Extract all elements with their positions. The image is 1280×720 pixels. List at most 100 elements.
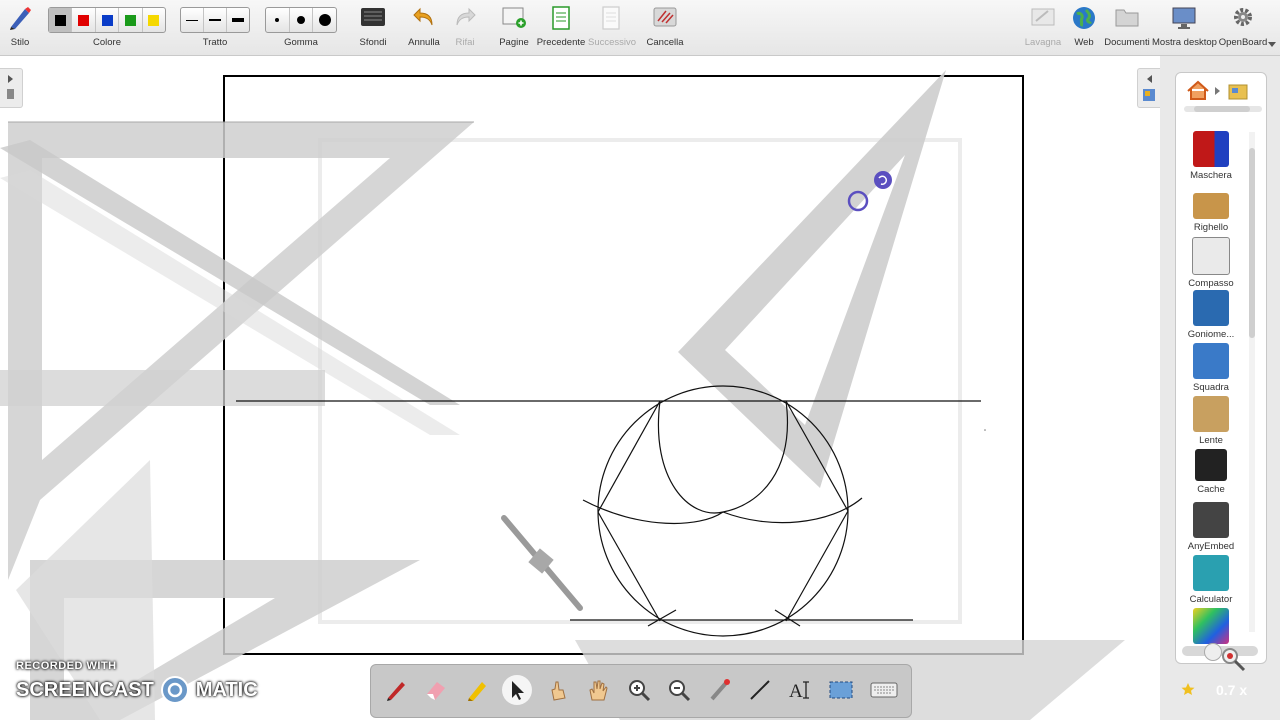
web-label: Web [1074,37,1094,48]
color-yellow[interactable] [143,8,165,32]
backgrounds-button[interactable]: Sfondi [355,0,391,55]
expand-arrow-icon [7,75,14,99]
magnifier-zoom-icon[interactable] [1220,646,1248,674]
style-button[interactable]: Stilo [0,0,40,55]
stroke-thin[interactable] [181,8,204,32]
board-canvas[interactable] [0,56,1160,720]
hand-tool[interactable] [583,675,613,705]
pen-tool[interactable] [381,675,411,705]
library-item-magnifier[interactable]: Lente [1176,396,1246,446]
laser-tool[interactable] [705,675,735,705]
openboard-menu-button[interactable]: OpenBoard [1218,0,1268,55]
eraser-group: Gomma [265,0,337,55]
stroke-label: Tratto [202,37,228,48]
library-scroll-thumb[interactable] [1249,148,1255,338]
redo-button[interactable]: Rifai [448,0,482,55]
board-label: Lavagna [1024,37,1062,48]
color-picker[interactable] [48,7,166,33]
favorite-star-icon[interactable] [1181,682,1195,696]
zoom-in-tool[interactable] [624,675,654,705]
undo-button[interactable]: Annulla [405,0,443,55]
undo-icon [413,7,433,26]
screencast-watermark: RECORDED WITH SCREENCAST MATIC [16,660,258,705]
library-item-set-square[interactable]: Squadra [1176,343,1246,393]
set-square-icon [1193,343,1229,379]
zoom-out-tool[interactable] [664,675,694,705]
clear-button[interactable]: Cancella [645,0,685,55]
show-desktop-button[interactable]: Mostra desktop [1152,0,1217,55]
eraser-icon [427,682,445,700]
recorded-with-label: RECORDED WITH [16,660,117,672]
monitor-icon [1172,7,1196,29]
stroke-picker[interactable] [180,7,250,33]
rotate-handle-icon[interactable] [874,171,892,189]
eraser-small[interactable] [266,8,290,32]
color-green[interactable] [119,8,143,32]
color-black[interactable] [49,8,73,32]
pages-button[interactable]: Pagine [496,0,532,55]
breadcrumb-scrollbar[interactable] [1184,106,1262,112]
left-panel-toggle[interactable] [0,68,23,108]
right-panel-toggle[interactable] [1137,68,1160,108]
library-item-label: Cache [1197,484,1225,495]
redo-icon [456,7,476,26]
set-square-right[interactable] [678,70,946,488]
previous-label: Precedente [536,37,586,48]
compass-tool[interactable] [501,515,583,611]
library-item-label: Goniome... [1187,329,1235,340]
library-item-mask[interactable]: Maschera [1176,131,1246,181]
pen-style-icon [10,7,31,30]
library-item-label: AnyEmbed [1187,541,1235,552]
interact-tool[interactable] [543,675,573,705]
library-item-compass[interactable]: Compasso [1176,237,1246,289]
text-tool[interactable]: A [786,675,816,705]
globe-icon [1073,7,1095,29]
capture-icon [829,681,853,699]
library-item-anyembed[interactable]: AnyEmbed [1176,502,1246,552]
stroke-thick[interactable] [227,8,249,32]
eraser-label: Gomma [284,37,318,48]
next-label: Successivo [588,37,637,48]
next-button[interactable]: Successivo [588,0,637,55]
capture-tool[interactable] [826,675,856,705]
laser-icon [710,679,730,701]
screencast-logo-icon [160,676,189,704]
line-tool[interactable] [745,675,775,705]
eraser-large[interactable] [313,8,336,32]
anyembed-icon [1193,502,1229,538]
stroke-medium[interactable] [204,8,227,32]
breadcrumb-arrow-icon [1215,87,1220,95]
style-label: Stilo [10,37,30,48]
previous-button[interactable]: Precedente [536,0,586,55]
eraser-picker[interactable] [265,7,337,33]
library-item-cache[interactable]: Cache [1176,449,1246,495]
home-icon[interactable] [1186,79,1210,101]
gear-icon [1234,8,1252,26]
drawing-layer [0,70,1125,720]
color-swatch [54,14,66,26]
library-item-protractor[interactable]: Goniome... [1176,290,1246,340]
color-red[interactable] [72,8,96,32]
library-item-color[interactable] [1176,608,1246,644]
pointer-icon [512,681,524,700]
svg-text:A: A [789,681,803,702]
library-item-ruler[interactable]: Righello [1176,185,1246,233]
library-item-calculator[interactable]: Calculator [1176,555,1246,605]
eraser-medium[interactable] [290,8,314,32]
color-blue[interactable] [96,8,120,32]
eraser-tool[interactable] [421,675,451,705]
brand-right: MATIC [195,678,258,701]
folder-icon [1115,9,1139,27]
selector-tool[interactable] [502,675,532,705]
highlighter-tool[interactable] [462,675,492,705]
library-folder-icon[interactable] [1228,82,1248,100]
zoom-in-icon [629,680,651,702]
main-toolbar: Stilo Colore Tratto Gomma Sfondi Annulla… [0,0,1280,56]
library-item-label: Righello [1193,222,1229,233]
compass-icon [1192,237,1230,275]
color-group: Colore [48,0,166,55]
board-button[interactable]: Lavagna [1024,0,1062,55]
documents-button[interactable]: Documenti [1104,0,1150,55]
keyboard-tool[interactable] [869,675,899,705]
web-button[interactable]: Web [1068,0,1100,55]
